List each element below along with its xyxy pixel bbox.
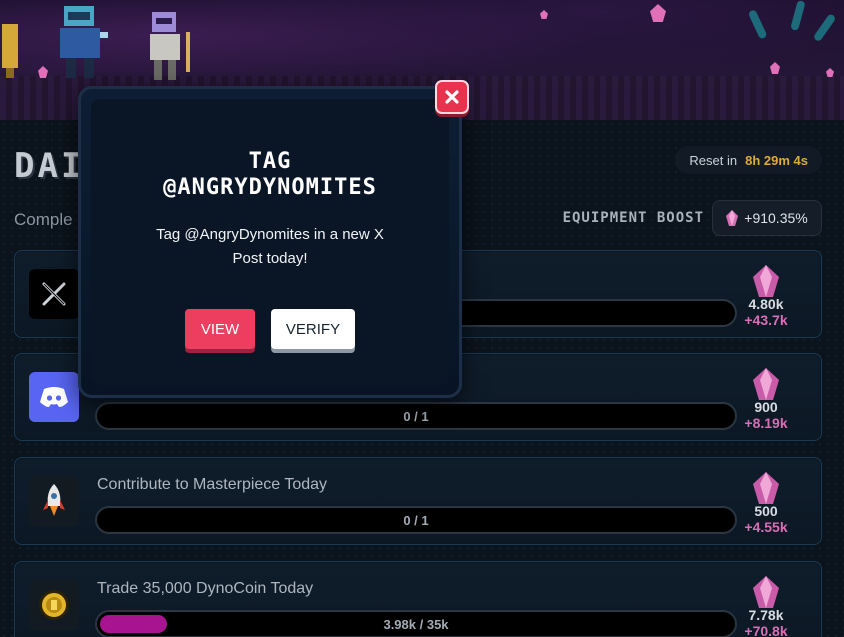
scene-leaf xyxy=(790,0,806,32)
task-card[interactable]: Trade 35,000 DynoCoin Today 3.98k / 35k … xyxy=(14,561,822,637)
task-progress-label: 0 / 1 xyxy=(403,408,429,424)
task-reward: 500 +4.55k xyxy=(731,472,801,535)
task-progress-bar: 0 / 1 xyxy=(95,506,737,534)
gem-icon xyxy=(753,368,779,400)
discord-icon xyxy=(29,372,79,422)
close-modal-button[interactable] xyxy=(435,80,469,114)
task-title: Trade 35,000 DynoCoin Today xyxy=(97,580,314,597)
scene-character-dino xyxy=(2,24,18,78)
scene-leaf xyxy=(812,13,837,43)
task-card[interactable]: Contribute to Masterpiece Today 0 / 1 50… xyxy=(14,457,822,545)
scene-crystal xyxy=(650,4,666,22)
dynocoin-icon xyxy=(29,580,79,630)
reset-timer: Reset in 8h 29m 4s xyxy=(675,146,822,174)
gem-icon xyxy=(753,265,779,297)
gem-icon xyxy=(753,472,779,504)
reward-base: 900 xyxy=(754,399,778,415)
reset-time: 8h 29m 4s xyxy=(745,152,808,168)
modal-description: Tag @AngryDynomites in a new X Post toda… xyxy=(156,226,384,267)
gem-icon xyxy=(753,576,779,608)
task-progress-label: 0 / 1 xyxy=(403,512,429,528)
completion-subtext: Comple xyxy=(14,210,73,229)
equipment-boost-value: +910.35% xyxy=(744,210,808,226)
reward-base: 7.78k xyxy=(748,607,784,623)
scene-character-robot xyxy=(60,6,108,78)
task-title: Contribute to Masterpiece Today xyxy=(97,476,328,493)
modal-title-line2: @ANGRYDYNOMITES xyxy=(163,175,377,200)
reward-base: 4.80k xyxy=(748,296,784,312)
task-reward: 900 +8.19k xyxy=(731,368,801,431)
task-progress-bar: 0 / 1 xyxy=(95,402,737,430)
task-progress-bar: 3.98k / 35k xyxy=(95,610,737,637)
reward-bonus: +4.55k xyxy=(744,519,788,535)
equipment-boost-badge: +910.35% xyxy=(712,200,822,236)
x-logo-icon xyxy=(29,269,79,319)
reset-label: Reset in xyxy=(689,152,738,168)
view-button[interactable]: VIEW xyxy=(185,309,255,349)
scene-character-knight xyxy=(150,12,190,80)
equipment-boost-label: EQUIPMENT BOOST xyxy=(562,210,704,226)
modal-title-line1: TAG xyxy=(248,149,292,174)
verify-button[interactable]: VERIFY xyxy=(271,309,355,349)
scene-leaf xyxy=(747,9,768,40)
page-title: DAI xyxy=(14,146,85,186)
reward-base: 500 xyxy=(754,503,778,519)
scene-crystal xyxy=(770,62,780,74)
task-modal: TAG @ANGRYDYNOMITES Tag @AngryDynomites … xyxy=(78,86,462,398)
close-icon xyxy=(445,90,459,104)
scene-crystal xyxy=(826,68,834,77)
task-progress-label: 3.98k / 35k xyxy=(383,616,449,632)
reward-bonus: +43.7k xyxy=(744,312,788,328)
reward-bonus: +70.8k xyxy=(744,623,788,637)
rocket-icon xyxy=(29,476,79,526)
task-reward: 4.80k +43.7k xyxy=(731,265,801,328)
modal-title: TAG @ANGRYDYNOMITES xyxy=(81,149,459,201)
scene-crystal xyxy=(540,10,548,19)
reward-bonus: +8.19k xyxy=(744,415,788,431)
gem-icon xyxy=(726,210,739,226)
task-reward: 7.78k +70.8k xyxy=(731,576,801,637)
scene-crystal xyxy=(38,66,48,78)
